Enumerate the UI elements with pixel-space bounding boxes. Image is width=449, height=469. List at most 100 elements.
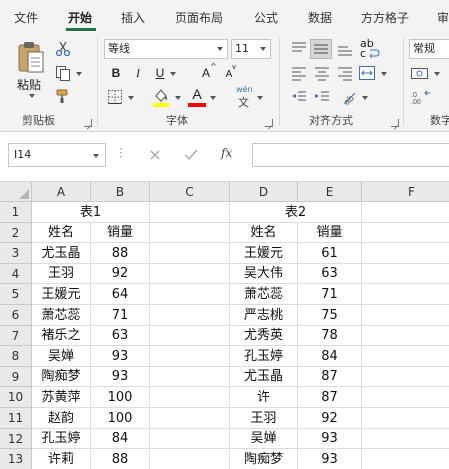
column-header-f[interactable]: F — [362, 182, 449, 202]
table1-data-cell[interactable]: 萧芯蕊 — [32, 305, 91, 326]
tab-home[interactable]: 开始 — [68, 9, 92, 26]
paste-dropdown-icon[interactable] — [29, 94, 35, 98]
table2-data-cell[interactable]: 87 — [298, 367, 362, 387]
table2-data-cell[interactable]: 严志桃 — [230, 305, 298, 326]
table1-data-cell[interactable]: 褚乐之 — [32, 326, 91, 346]
cell[interactable] — [150, 305, 230, 326]
alignment-launcher-icon[interactable] — [391, 119, 399, 127]
table1-data-cell[interactable]: 赵韵 — [32, 408, 91, 429]
select-all-button[interactable] — [0, 182, 32, 202]
table1-data-cell[interactable]: 苏黄萍 — [32, 387, 91, 408]
tab-data[interactable]: 数据 — [308, 9, 332, 26]
row-header-7[interactable]: 7 — [0, 326, 32, 346]
borders-icon[interactable] — [107, 89, 123, 105]
table2-data-cell[interactable]: 陶痴梦 — [230, 449, 298, 469]
cell[interactable] — [362, 326, 449, 346]
insert-function-button[interactable]: fx — [221, 146, 232, 160]
column-header-a[interactable]: A — [32, 182, 91, 202]
table2-data-cell[interactable]: 61 — [298, 243, 362, 264]
font-color-button[interactable]: A — [188, 85, 206, 103]
paste-icon[interactable] — [16, 40, 46, 74]
table2-data-cell[interactable]: 王羽 — [230, 408, 298, 429]
format-painter-icon[interactable] — [55, 88, 71, 104]
table1-data-cell[interactable]: 尤玉晶 — [32, 243, 91, 264]
cancel-entry-icon[interactable] — [149, 149, 161, 161]
table2-data-cell[interactable]: 93 — [298, 449, 362, 469]
cell[interactable] — [150, 346, 230, 367]
row-header-8[interactable]: 8 — [0, 346, 32, 367]
table1-data-cell[interactable]: 100 — [91, 408, 150, 429]
number-format-combo[interactable]: 常规 — [409, 39, 449, 59]
table1-data-cell[interactable]: 88 — [91, 243, 150, 264]
column-header-d[interactable]: D — [230, 182, 298, 202]
table2-data-cell[interactable]: 吴大伟 — [230, 264, 298, 284]
formula-bar-grip-icon[interactable]: · · · — [119, 143, 123, 163]
table1-data-cell[interactable]: 88 — [91, 449, 150, 469]
table2-data-cell[interactable]: 萧芯蕊 — [230, 284, 298, 305]
orientation-icon[interactable]: ab — [340, 88, 358, 106]
clipboard-launcher-icon[interactable] — [84, 119, 92, 127]
table2-data-cell[interactable]: 吴婵 — [230, 429, 298, 449]
row-header-4[interactable]: 4 — [0, 264, 32, 284]
table1-data-cell[interactable]: 陶痴梦 — [32, 367, 91, 387]
table1-data-cell[interactable]: 王媛元 — [32, 284, 91, 305]
cell[interactable] — [150, 429, 230, 449]
cell[interactable] — [362, 367, 449, 387]
table2-data-cell[interactable]: 75 — [298, 305, 362, 326]
chevron-down-icon[interactable] — [260, 47, 266, 51]
table2-data-cell[interactable]: 78 — [298, 326, 362, 346]
table1-data-cell[interactable]: 63 — [91, 326, 150, 346]
table2-data-cell[interactable]: 71 — [298, 284, 362, 305]
phonetic-button-top[interactable]: wén — [236, 85, 253, 94]
row-header-6[interactable]: 6 — [0, 305, 32, 326]
row-header-13[interactable]: 13 — [0, 449, 32, 469]
formula-input[interactable] — [252, 143, 449, 167]
cell[interactable] — [362, 408, 449, 429]
cell[interactable] — [150, 326, 230, 346]
font-launcher-icon[interactable] — [265, 119, 273, 127]
cell[interactable] — [150, 284, 230, 305]
align-bottom-icon[interactable] — [336, 41, 354, 57]
table2-data-cell[interactable]: 93 — [298, 429, 362, 449]
table1-data-cell[interactable]: 93 — [91, 367, 150, 387]
cell[interactable] — [362, 223, 449, 243]
table2-data-cell[interactable]: 92 — [298, 408, 362, 429]
cell[interactable] — [150, 264, 230, 284]
row-header-3[interactable]: 3 — [0, 243, 32, 264]
orientation-dropdown-icon[interactable] — [362, 96, 368, 100]
tab-page-layout[interactable]: 页面布局 — [175, 9, 223, 26]
chevron-down-icon[interactable] — [93, 154, 99, 158]
cell[interactable] — [150, 387, 230, 408]
increase-indent-icon[interactable] — [313, 89, 331, 105]
table1-data-cell[interactable]: 93 — [91, 346, 150, 367]
column-header-c[interactable]: C — [150, 182, 230, 202]
table1-title[interactable]: 表1 — [32, 202, 150, 223]
table1-data-cell[interactable]: 王羽 — [32, 264, 91, 284]
table1-data-cell[interactable]: 100 — [91, 387, 150, 408]
cell[interactable] — [150, 202, 230, 223]
decrease-indent-icon[interactable] — [290, 89, 308, 105]
tab-insert[interactable]: 插入 — [121, 9, 145, 26]
align-center-icon[interactable] — [313, 65, 331, 81]
phonetic-dropdown-icon[interactable] — [257, 96, 263, 100]
table2-data-cell[interactable]: 87 — [298, 387, 362, 408]
table2-data-cell[interactable]: 尤玉晶 — [230, 367, 298, 387]
tab-formulas[interactable]: 公式 — [254, 9, 278, 26]
decimal-increase-icon[interactable]: .0 .00 — [410, 89, 432, 105]
table1-data-cell[interactable]: 84 — [91, 429, 150, 449]
table1-header-cell[interactable]: 销量 — [91, 223, 150, 243]
table1-data-cell[interactable]: 许莉 — [32, 449, 91, 469]
column-header-e[interactable]: E — [298, 182, 362, 202]
italic-button[interactable]: I — [129, 64, 147, 82]
cell[interactable] — [362, 202, 449, 223]
table1-data-cell[interactable]: 孔玉婷 — [32, 429, 91, 449]
cell[interactable] — [150, 408, 230, 429]
table1-data-cell[interactable]: 64 — [91, 284, 150, 305]
cell[interactable] — [362, 346, 449, 367]
cell[interactable] — [150, 243, 230, 264]
cell[interactable] — [362, 264, 449, 284]
table1-data-cell[interactable]: 71 — [91, 305, 150, 326]
underline-dropdown-icon[interactable] — [170, 72, 176, 76]
confirm-entry-icon[interactable] — [184, 149, 198, 161]
align-middle-button[interactable] — [310, 39, 332, 59]
